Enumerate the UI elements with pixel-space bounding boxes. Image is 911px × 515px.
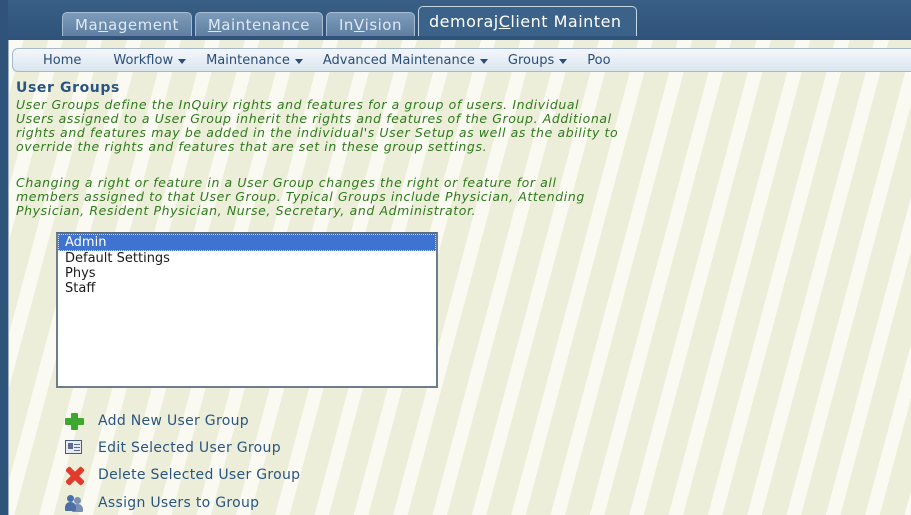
assign-users-label: Assign Users to Group [98,495,260,511]
user-groups-listbox[interactable]: Admin Default Settings Phys Staff [56,232,438,388]
add-user-group-link[interactable]: Add New User Group [64,411,249,431]
tab-invision[interactable]: In Vision [325,12,415,36]
nav-maintenance[interactable]: Maintenance [196,53,313,68]
top-tab-bar: Ma n agement Maintenance In Vision demoraj … [62,6,640,36]
description-line: User Groups define the InQuiry rights an… [16,98,580,112]
description-line: Users assigned to a User Group inherit t… [16,112,612,126]
description-line: override the rights and features that ar… [16,140,488,154]
listbox-option-phys[interactable]: Phys [58,266,436,281]
description-line: rights and features may be added in the … [16,126,619,140]
nav-advanced-maintenance[interactable]: Advanced Maintenance [313,53,498,68]
listbox-option-admin[interactable]: Admin [58,234,436,251]
page-title: User Groups [16,80,120,96]
tab-management[interactable]: Ma n agement [62,12,192,36]
nav-pool[interactable]: Poo [577,53,620,68]
window-frame-left [0,0,8,515]
tab-client-maintenance[interactable]: demoraj Client Mainten [418,6,637,36]
delete-user-group-link[interactable]: Delete Selected User Group [64,465,301,486]
description-line: Changing a right or feature in a User Gr… [16,176,557,190]
sub-navigation: Home Workflow Maintenance Advanced Maint… [12,48,911,72]
edit-user-group-link[interactable]: Edit Selected User Group [64,438,281,458]
add-user-group-label: Add New User Group [98,413,249,429]
plus-icon [64,411,84,431]
edit-icon [64,438,84,458]
nav-workflow[interactable]: Workflow [103,53,196,68]
listbox-option-staff[interactable]: Staff [58,281,436,296]
caret-down-icon [178,58,187,64]
description-line: Physician, Resident Physician, Nurse, Se… [16,204,477,218]
description-line: members assigned to that User Group. Typ… [16,190,585,204]
listbox-option-default-settings[interactable]: Default Settings [58,251,436,266]
nav-home[interactable]: Home [13,53,103,68]
assign-users-link[interactable]: Assign Users to Group [64,493,259,513]
delete-user-group-label: Delete Selected User Group [98,467,301,483]
edit-user-group-label: Edit Selected User Group [98,440,281,456]
tab-maintenance[interactable]: Maintenance [194,12,323,36]
caret-down-icon [294,58,303,64]
caret-down-icon [479,58,488,64]
users-icon [64,493,84,513]
nav-groups[interactable]: Groups [498,53,577,68]
caret-down-icon [559,58,568,64]
delete-icon [64,465,85,486]
